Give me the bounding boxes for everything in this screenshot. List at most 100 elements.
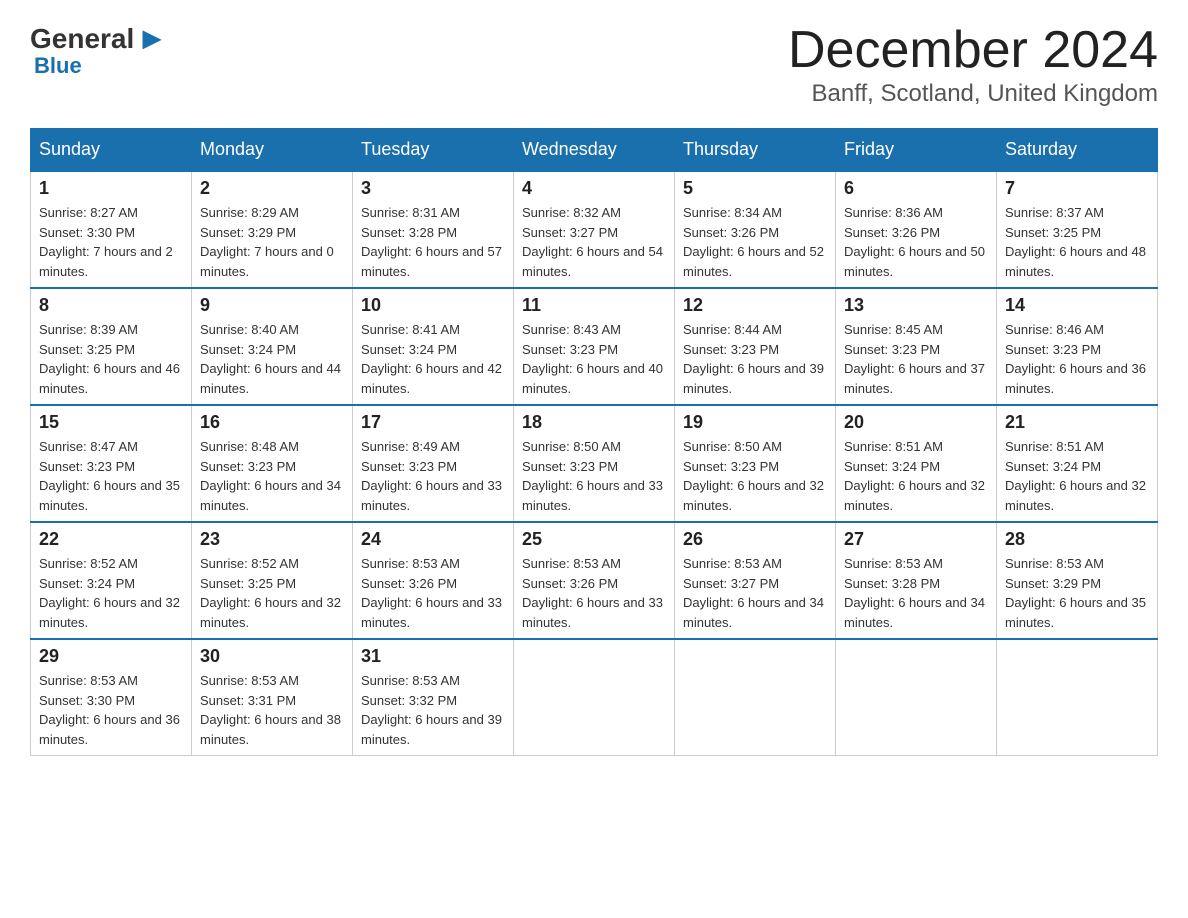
day-info: Sunrise: 8:31 AMSunset: 3:28 PMDaylight:… bbox=[361, 203, 505, 281]
logo-general-text: General bbox=[30, 23, 134, 55]
calendar-cell bbox=[514, 639, 675, 756]
calendar-week-row: 22Sunrise: 8:52 AMSunset: 3:24 PMDayligh… bbox=[31, 522, 1158, 639]
calendar-body: 1 Sunrise: 8:27 AMSunset: 3:30 PMDaylight… bbox=[31, 171, 1158, 756]
calendar-week-row: 29Sunrise: 8:53 AMSunset: 3:30 PMDayligh… bbox=[31, 639, 1158, 756]
day-info: Sunrise: 8:47 AMSunset: 3:23 PMDaylight:… bbox=[39, 437, 183, 515]
calendar-week-row: 8Sunrise: 8:39 AMSunset: 3:25 PMDaylight… bbox=[31, 288, 1158, 405]
day-number: 12 bbox=[683, 295, 827, 316]
day-info: Sunrise: 8:29 AMSunset: 3:29 PMDaylight:… bbox=[200, 203, 344, 281]
calendar-cell: 28Sunrise: 8:53 AMSunset: 3:29 PMDayligh… bbox=[997, 522, 1158, 639]
day-info: Sunrise: 8:43 AMSunset: 3:23 PMDaylight:… bbox=[522, 320, 666, 398]
day-info: Sunrise: 8:45 AMSunset: 3:23 PMDaylight:… bbox=[844, 320, 988, 398]
day-info: Sunrise: 8:27 AMSunset: 3:30 PMDaylight:… bbox=[39, 203, 183, 281]
day-info: Sunrise: 8:53 AMSunset: 3:27 PMDaylight:… bbox=[683, 554, 827, 632]
day-info: Sunrise: 8:53 AMSunset: 3:28 PMDaylight:… bbox=[844, 554, 988, 632]
day-info: Sunrise: 8:44 AMSunset: 3:23 PMDaylight:… bbox=[683, 320, 827, 398]
day-number: 10 bbox=[361, 295, 505, 316]
day-number: 9 bbox=[200, 295, 344, 316]
day-number: 19 bbox=[683, 412, 827, 433]
calendar-week-row: 15 Sunrise: 8:47 AMSunset: 3:23 PMDayligh… bbox=[31, 405, 1158, 522]
day-number: 31 bbox=[361, 646, 505, 667]
calendar-header-friday: Friday bbox=[836, 129, 997, 172]
calendar-cell: 13 Sunrise: 8:45 AMSunset: 3:23 PMDayligh… bbox=[836, 288, 997, 405]
day-info: Sunrise: 8:41 AMSunset: 3:24 PMDaylight:… bbox=[361, 320, 505, 398]
day-info: Sunrise: 8:53 AMSunset: 3:31 PMDaylight:… bbox=[200, 671, 344, 749]
day-number: 21 bbox=[1005, 412, 1149, 433]
calendar-cell: 1 Sunrise: 8:27 AMSunset: 3:30 PMDaylight… bbox=[31, 171, 192, 288]
calendar-cell: 8Sunrise: 8:39 AMSunset: 3:25 PMDaylight… bbox=[31, 288, 192, 405]
day-number: 24 bbox=[361, 529, 505, 550]
calendar-cell: 11 Sunrise: 8:43 AMSunset: 3:23 PMDayligh… bbox=[514, 288, 675, 405]
calendar-week-row: 1 Sunrise: 8:27 AMSunset: 3:30 PMDaylight… bbox=[31, 171, 1158, 288]
calendar-header-tuesday: Tuesday bbox=[353, 129, 514, 172]
day-info: Sunrise: 8:53 AMSunset: 3:29 PMDaylight:… bbox=[1005, 554, 1149, 632]
day-number: 5 bbox=[683, 178, 827, 199]
calendar-cell: 30 Sunrise: 8:53 AMSunset: 3:31 PMDayligh… bbox=[192, 639, 353, 756]
calendar-cell: 29Sunrise: 8:53 AMSunset: 3:30 PMDayligh… bbox=[31, 639, 192, 756]
calendar-header-row: SundayMondayTuesdayWednesdayThursdayFrid… bbox=[31, 129, 1158, 172]
calendar-cell: 21Sunrise: 8:51 AMSunset: 3:24 PMDayligh… bbox=[997, 405, 1158, 522]
day-info: Sunrise: 8:49 AMSunset: 3:23 PMDaylight:… bbox=[361, 437, 505, 515]
day-info: Sunrise: 8:53 AMSunset: 3:26 PMDaylight:… bbox=[522, 554, 666, 632]
calendar-header-monday: Monday bbox=[192, 129, 353, 172]
day-number: 7 bbox=[1005, 178, 1149, 199]
day-number: 16 bbox=[200, 412, 344, 433]
day-number: 4 bbox=[522, 178, 666, 199]
day-number: 1 bbox=[39, 178, 183, 199]
day-info: Sunrise: 8:52 AMSunset: 3:24 PMDaylight:… bbox=[39, 554, 183, 632]
calendar-cell bbox=[675, 639, 836, 756]
day-info: Sunrise: 8:51 AMSunset: 3:24 PMDaylight:… bbox=[844, 437, 988, 515]
day-info: Sunrise: 8:34 AMSunset: 3:26 PMDaylight:… bbox=[683, 203, 827, 281]
day-info: Sunrise: 8:32 AMSunset: 3:27 PMDaylight:… bbox=[522, 203, 666, 281]
calendar-cell: 17 Sunrise: 8:49 AMSunset: 3:23 PMDayligh… bbox=[353, 405, 514, 522]
title-section: December 2024 Banff, Scotland, United Ki… bbox=[788, 20, 1158, 108]
logo-arrow-icon: ► bbox=[136, 20, 168, 57]
day-number: 2 bbox=[200, 178, 344, 199]
day-info: Sunrise: 8:40 AMSunset: 3:24 PMDaylight:… bbox=[200, 320, 344, 398]
calendar-cell: 14 Sunrise: 8:46 AMSunset: 3:23 PMDayligh… bbox=[997, 288, 1158, 405]
calendar-cell: 22Sunrise: 8:52 AMSunset: 3:24 PMDayligh… bbox=[31, 522, 192, 639]
calendar-cell: 25 Sunrise: 8:53 AMSunset: 3:26 PMDayligh… bbox=[514, 522, 675, 639]
calendar-header-thursday: Thursday bbox=[675, 129, 836, 172]
day-number: 15 bbox=[39, 412, 183, 433]
day-info: Sunrise: 8:52 AMSunset: 3:25 PMDaylight:… bbox=[200, 554, 344, 632]
day-number: 25 bbox=[522, 529, 666, 550]
calendar-cell: 19 Sunrise: 8:50 AMSunset: 3:23 PMDayligh… bbox=[675, 405, 836, 522]
calendar-cell: 12 Sunrise: 8:44 AMSunset: 3:23 PMDayligh… bbox=[675, 288, 836, 405]
calendar-cell bbox=[997, 639, 1158, 756]
day-info: Sunrise: 8:53 AMSunset: 3:26 PMDaylight:… bbox=[361, 554, 505, 632]
day-number: 29 bbox=[39, 646, 183, 667]
calendar-cell: 7Sunrise: 8:37 AMSunset: 3:25 PMDaylight… bbox=[997, 171, 1158, 288]
calendar-cell: 16Sunrise: 8:48 AMSunset: 3:23 PMDayligh… bbox=[192, 405, 353, 522]
calendar-cell: 27Sunrise: 8:53 AMSunset: 3:28 PMDayligh… bbox=[836, 522, 997, 639]
day-number: 17 bbox=[361, 412, 505, 433]
day-number: 3 bbox=[361, 178, 505, 199]
day-number: 26 bbox=[683, 529, 827, 550]
day-number: 14 bbox=[1005, 295, 1149, 316]
location: Banff, Scotland, United Kingdom bbox=[788, 80, 1158, 108]
calendar-cell: 5 Sunrise: 8:34 AMSunset: 3:26 PMDaylight… bbox=[675, 171, 836, 288]
day-info: Sunrise: 8:46 AMSunset: 3:23 PMDaylight:… bbox=[1005, 320, 1149, 398]
day-number: 8 bbox=[39, 295, 183, 316]
calendar-header-saturday: Saturday bbox=[997, 129, 1158, 172]
day-info: Sunrise: 8:53 AMSunset: 3:32 PMDaylight:… bbox=[361, 671, 505, 749]
calendar-cell: 26 Sunrise: 8:53 AMSunset: 3:27 PMDayligh… bbox=[675, 522, 836, 639]
calendar-cell: 4 Sunrise: 8:32 AMSunset: 3:27 PMDaylight… bbox=[514, 171, 675, 288]
day-number: 18 bbox=[522, 412, 666, 433]
calendar-cell: 23Sunrise: 8:52 AMSunset: 3:25 PMDayligh… bbox=[192, 522, 353, 639]
day-number: 30 bbox=[200, 646, 344, 667]
day-number: 11 bbox=[522, 295, 666, 316]
day-info: Sunrise: 8:50 AMSunset: 3:23 PMDaylight:… bbox=[683, 437, 827, 515]
calendar-cell: 3 Sunrise: 8:31 AMSunset: 3:28 PMDaylight… bbox=[353, 171, 514, 288]
logo-blue-text: Blue bbox=[34, 53, 82, 79]
calendar-table: SundayMondayTuesdayWednesdayThursdayFrid… bbox=[30, 128, 1158, 756]
calendar-cell: 6Sunrise: 8:36 AMSunset: 3:26 PMDaylight… bbox=[836, 171, 997, 288]
calendar-cell: 18Sunrise: 8:50 AMSunset: 3:23 PMDayligh… bbox=[514, 405, 675, 522]
day-number: 13 bbox=[844, 295, 988, 316]
calendar-cell bbox=[836, 639, 997, 756]
logo: General ► Blue bbox=[30, 20, 170, 79]
calendar-header-wednesday: Wednesday bbox=[514, 129, 675, 172]
day-number: 20 bbox=[844, 412, 988, 433]
calendar-cell: 2 Sunrise: 8:29 AMSunset: 3:29 PMDaylight… bbox=[192, 171, 353, 288]
calendar-cell: 15 Sunrise: 8:47 AMSunset: 3:23 PMDayligh… bbox=[31, 405, 192, 522]
